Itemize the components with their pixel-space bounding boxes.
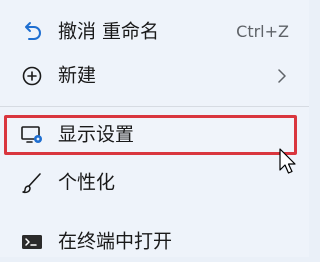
shortcut-label: Ctrl+Z — [236, 22, 289, 41]
display-settings-icon — [20, 123, 44, 147]
menu-item-label: 显示设置 — [58, 123, 135, 146]
undo-icon — [20, 20, 44, 44]
context-menu: 撤消 重命名 Ctrl+Z 新建 显示设置 个性化 在终端中打开 — [0, 0, 309, 257]
menu-item-label: 在终端中打开 — [58, 230, 173, 253]
chevron-right-icon — [277, 69, 287, 83]
paintbrush-icon — [20, 171, 44, 195]
menu-item-label: 个性化 — [58, 171, 116, 194]
menu-item-undo-rename[interactable]: 撤消 重命名 Ctrl+Z — [0, 12, 309, 52]
terminal-icon — [20, 230, 44, 254]
menu-divider — [0, 106, 309, 107]
menu-item-new[interactable]: 新建 — [0, 56, 309, 96]
mouse-pointer-icon — [279, 148, 297, 176]
menu-item-personalize[interactable]: 个性化 — [0, 163, 309, 203]
menu-item-label: 撤消 重命名 — [58, 20, 160, 43]
menu-item-open-in-terminal[interactable]: 在终端中打开 — [0, 222, 309, 262]
menu-item-label: 新建 — [58, 64, 97, 87]
add-circle-icon — [20, 64, 44, 88]
menu-item-display-settings[interactable]: 显示设置 — [0, 115, 309, 155]
